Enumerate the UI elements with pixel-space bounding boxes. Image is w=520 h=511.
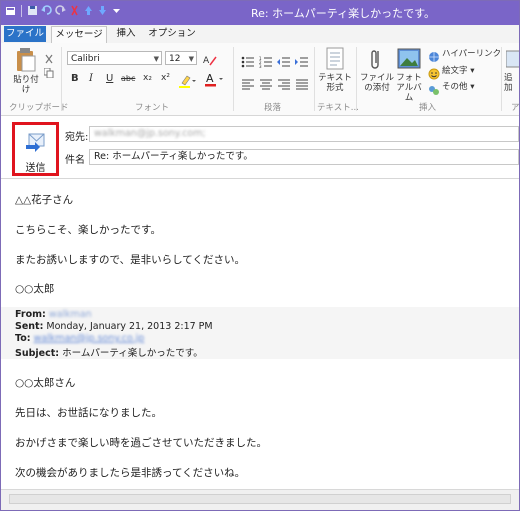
attach-file-label[interactable]: ファイルの添付: [359, 73, 395, 93]
quick-access-toolbar: [5, 5, 122, 17]
up-arrow-icon[interactable]: [83, 5, 94, 17]
photo-album-label[interactable]: フォトアルバム: [393, 73, 425, 103]
overflow-group-label: ア: [511, 103, 520, 113]
tab-message[interactable]: メッセージ: [51, 26, 107, 44]
send-button[interactable]: 送信: [12, 122, 59, 176]
body-line: おかげさまで楽しい時を過ごさせていただきました。: [15, 437, 267, 449]
copy-icon[interactable]: [43, 63, 54, 82]
cut-icon[interactable]: [69, 5, 80, 17]
bottom-bar: [1, 489, 519, 510]
plain-text-icon[interactable]: [325, 47, 345, 75]
paste-label[interactable]: 貼り付け: [11, 75, 41, 95]
add-label[interactable]: 追加: [504, 73, 519, 93]
tab-options[interactable]: オプション: [147, 26, 197, 42]
subject-field[interactable]: Re: ホームパーティ楽しかったです。: [89, 149, 519, 165]
quoted-subject: Subject: ホームパーティ楽しかったです。: [15, 348, 203, 359]
svg-text:A: A: [203, 56, 210, 66]
tab-file[interactable]: ファイル: [4, 26, 46, 42]
justify-icon[interactable]: [295, 75, 309, 94]
horizontal-scrollbar[interactable]: [9, 494, 511, 504]
down-arrow-icon[interactable]: [97, 5, 108, 17]
redo-icon[interactable]: [55, 5, 66, 17]
body-line: こちらこそ、楽しかったです。: [15, 224, 161, 236]
app-icon: [5, 5, 16, 17]
underline-button[interactable]: U: [106, 73, 113, 84]
align-center-icon[interactable]: [259, 75, 273, 94]
clipboard-group-label: クリップボード: [9, 103, 69, 113]
quoted-header: From: walkman Sent: Monday, January 21, …: [1, 307, 519, 359]
ribbon-tabs: ファイル メッセージ 挿入 オプション: [1, 25, 519, 44]
body-line: またお誘いしますので、是非いらしてください。: [15, 254, 245, 266]
hyperlink-label[interactable]: ハイパーリンク: [442, 49, 501, 59]
other-icon[interactable]: [428, 81, 440, 100]
tab-insert[interactable]: 挿入: [109, 26, 143, 42]
align-left-icon[interactable]: [241, 75, 255, 94]
svg-text:3: 3: [259, 64, 262, 68]
text-group-label: テキスト...: [317, 103, 359, 113]
align-right-icon[interactable]: [277, 75, 291, 94]
quoted-from: From: walkman: [15, 309, 92, 320]
font-name-combo[interactable]: Calibri ▼: [67, 51, 162, 65]
font-color-icon[interactable]: A: [204, 72, 226, 91]
bold-button[interactable]: B: [71, 73, 79, 84]
quoted-to-link[interactable]: walkman@jp.sony.co.jp: [34, 333, 145, 344]
qat-dropdown-icon[interactable]: [111, 5, 122, 17]
save-icon[interactable]: [27, 5, 38, 17]
paragraph-group-label: 段落: [264, 103, 282, 113]
insert-group-label: 挿入: [419, 103, 437, 113]
subject-label: 件名: [65, 155, 85, 166]
body-line: 先日は、お世話になりました。: [15, 407, 162, 419]
italic-button[interactable]: I: [89, 73, 93, 84]
body-line: △△花子さん: [15, 194, 74, 206]
paste-icon[interactable]: [15, 47, 37, 77]
send-label: 送信: [25, 163, 46, 174]
clear-format-icon[interactable]: A: [203, 51, 217, 70]
to-label: 宛先:: [65, 132, 89, 143]
plain-text-label[interactable]: テキスト形式: [315, 73, 355, 93]
ribbon: 貼り付け クリップボード Calibri ▼ 12 ▼ A B I U abc x₂…: [1, 43, 519, 116]
decrease-indent-icon[interactable]: [277, 53, 291, 72]
window-title: Re: ホームパーティ楽しかったです。: [251, 7, 436, 20]
subscript-button[interactable]: x₂: [143, 73, 152, 83]
body-line: ○○太郎さん: [15, 377, 76, 389]
quoted-sent: Sent: Monday, January 21, 2013 2:17 PM: [15, 321, 213, 332]
increase-indent-icon[interactable]: [295, 53, 309, 72]
title-bar: Re: ホームパーティ楽しかったです。: [1, 1, 519, 25]
emoticon-label[interactable]: 絵文字 ▾: [442, 66, 474, 76]
bullet-list-icon[interactable]: [241, 53, 255, 72]
font-size-combo[interactable]: 12 ▼: [165, 51, 197, 65]
add-icon[interactable]: [505, 49, 519, 73]
photo-album-icon[interactable]: [397, 48, 421, 74]
highlight-icon[interactable]: [178, 73, 196, 92]
body-line: 次の機会がありましたら是非誘ってくださいね。: [15, 467, 246, 479]
superscript-button[interactable]: x²: [161, 73, 170, 83]
undo-icon[interactable]: [41, 5, 52, 17]
svg-text:A: A: [206, 72, 214, 85]
strikethrough-button[interactable]: abc: [121, 74, 135, 83]
message-header: 送信 宛先: walkman@jp.sony.com; 件名 Re: ホームパー…: [1, 116, 519, 179]
compose-window: Re: ホームパーティ楽しかったです。 ファイル メッセージ 挿入 オプション …: [0, 0, 520, 511]
quoted-to: To: walkman@jp.sony.co.jp: [15, 333, 145, 344]
paperclip-icon[interactable]: [369, 47, 383, 75]
font-group-label: フォント: [135, 103, 170, 113]
message-body[interactable]: △△花子さん こちらこそ、楽しかったです。 またお誘いしますので、是非いらしてく…: [1, 179, 519, 489]
send-icon: [25, 131, 47, 157]
body-line: ○○太郎: [15, 283, 55, 295]
numbered-list-icon[interactable]: 123: [259, 53, 273, 72]
other-label[interactable]: その他 ▾: [442, 82, 474, 92]
to-field[interactable]: walkman@jp.sony.com;: [89, 126, 519, 142]
